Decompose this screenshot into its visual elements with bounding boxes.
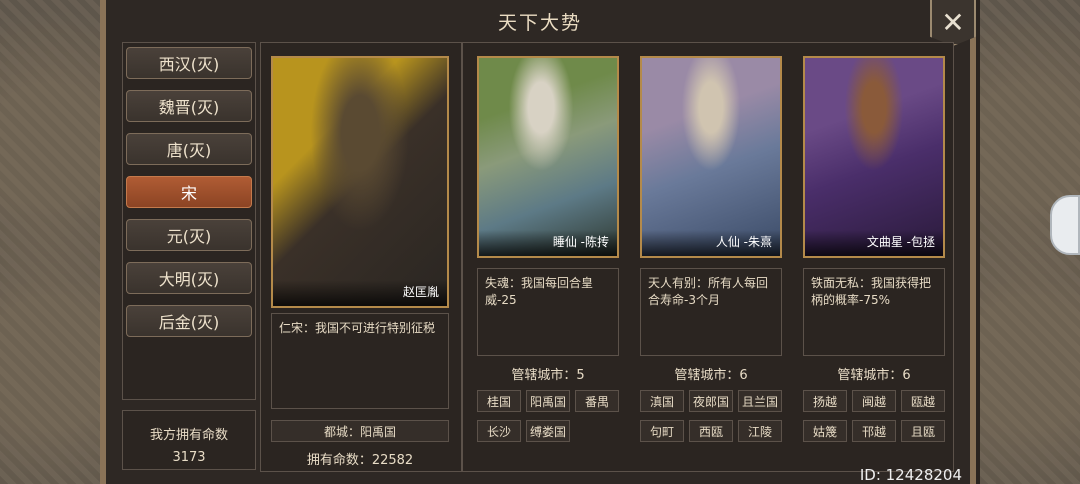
emperor-portrait[interactable]: 赵匡胤 bbox=[271, 56, 449, 308]
city-tag[interactable]: 滇国 bbox=[640, 390, 684, 412]
emperor-trait: 仁宋：我国不可进行特别征税 bbox=[271, 313, 449, 409]
city-tag[interactable]: 西瓯 bbox=[689, 420, 733, 442]
immortal-effect: 天人有别：所有人每回合寿命-3个月 bbox=[640, 268, 782, 356]
immortal-portrait[interactable]: 睡仙 -陈抟 bbox=[477, 56, 619, 258]
emperor-name: 赵匡胤 bbox=[402, 285, 439, 299]
cities-label-text: 管辖城市： bbox=[674, 368, 740, 383]
cities-count-label: 管辖城市：6 bbox=[803, 364, 945, 383]
immortal-portrait[interactable]: 人仙 -朱熹 bbox=[640, 56, 782, 258]
city-tag[interactable]: 江陵 bbox=[738, 420, 782, 442]
cities-count-label: 管辖城市：6 bbox=[640, 364, 782, 383]
city-tag[interactable]: 姑篾 bbox=[803, 420, 847, 442]
city-tag[interactable]: 且兰国 bbox=[738, 390, 782, 412]
immortal-name: 人仙 -朱熹 bbox=[715, 235, 772, 249]
cities-count: 6 bbox=[902, 368, 911, 383]
dynasty-button[interactable]: 唐(灭) bbox=[126, 133, 252, 165]
dynasty-button[interactable]: 大明(灭) bbox=[126, 262, 252, 294]
player-id: ID: 12428204 bbox=[859, 466, 962, 484]
cities-count: 5 bbox=[576, 368, 585, 383]
left-dragon-background bbox=[0, 0, 100, 484]
city-tag[interactable]: 长沙 bbox=[477, 420, 521, 442]
floating-side-handle[interactable] bbox=[1050, 195, 1080, 255]
cities-count-label: 管辖城市：5 bbox=[477, 364, 619, 383]
close-icon: ✕ bbox=[941, 5, 965, 39]
city-tag[interactable]: 阳禹国 bbox=[526, 390, 570, 412]
immortal-effect: 铁面无私：我国获得把柄的概率-75% bbox=[803, 268, 945, 356]
city-tag[interactable]: 闽越 bbox=[852, 390, 896, 412]
dynasty-button[interactable]: 宋 bbox=[126, 176, 252, 208]
close-button[interactable]: ✕ bbox=[930, 0, 976, 46]
immortal-name: 文曲星 -包拯 bbox=[866, 235, 935, 249]
own-lives-value: 3173 bbox=[172, 450, 206, 465]
immortal-portrait[interactable]: 文曲星 -包拯 bbox=[803, 56, 945, 258]
city-tag[interactable]: 瓯越 bbox=[901, 390, 945, 412]
immortal-effect: 失魂：我国每回合皇威-25 bbox=[477, 268, 619, 356]
city-tag[interactable]: 且瓯 bbox=[901, 420, 945, 442]
city-tag[interactable]: 夜郎国 bbox=[689, 390, 733, 412]
city-tag[interactable]: 扬越 bbox=[803, 390, 847, 412]
panel-title: 天下大势 bbox=[497, 12, 582, 34]
own-lives-label: 我方拥有命数 bbox=[149, 428, 228, 443]
cities-count: 6 bbox=[739, 368, 748, 383]
emperor-capital: 都城：阳禹国 bbox=[271, 420, 449, 442]
dynasty-button[interactable]: 元(灭) bbox=[126, 219, 252, 251]
emperor-lives: 拥有命数：22582 bbox=[306, 453, 414, 468]
city-tag[interactable]: 缚娄国 bbox=[526, 420, 570, 442]
city-tag[interactable]: 句町 bbox=[640, 420, 684, 442]
cities-label-text: 管辖城市： bbox=[837, 368, 903, 383]
city-tag[interactable]: 桂国 bbox=[477, 390, 521, 412]
dynasty-button[interactable]: 后金(灭) bbox=[126, 305, 252, 337]
cities-label-text: 管辖城市： bbox=[511, 368, 577, 383]
immortal-name: 睡仙 -陈抟 bbox=[552, 235, 609, 249]
dynasty-button[interactable]: 西汉(灭) bbox=[126, 47, 252, 79]
city-tag[interactable]: 番禺 bbox=[575, 390, 619, 412]
dynasty-button[interactable]: 魏晋(灭) bbox=[126, 90, 252, 122]
city-tag[interactable]: 邗越 bbox=[852, 420, 896, 442]
